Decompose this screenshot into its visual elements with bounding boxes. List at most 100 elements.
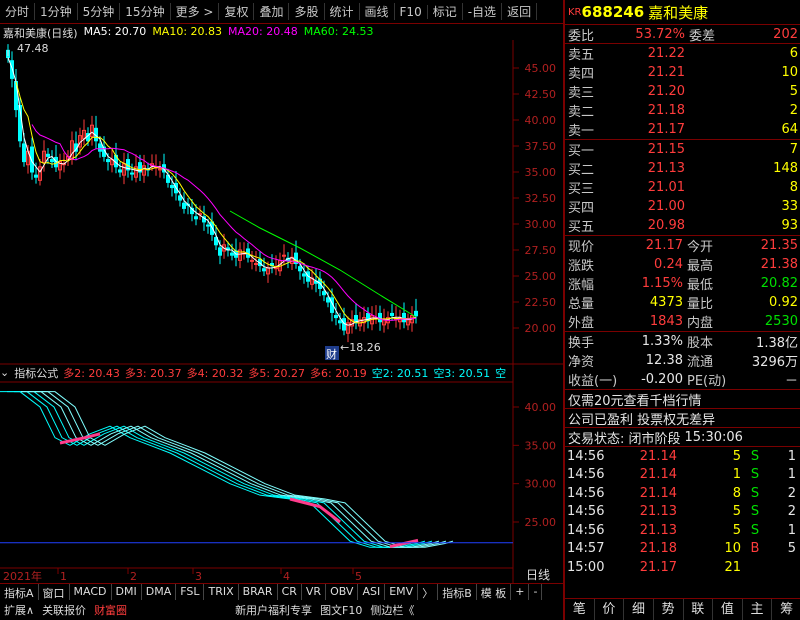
ask-label: 卖二 [568, 105, 595, 120]
tick-volume: 5 [732, 522, 741, 538]
ask-label: 卖四 [568, 67, 595, 82]
quote-tab-2[interactable]: 细 [624, 599, 654, 620]
indicator-tab-5[interactable]: FSL [176, 584, 205, 600]
indicator-tab-13[interactable]: 〉 [418, 584, 439, 600]
toolbar-item-5[interactable]: 复权 [219, 3, 255, 20]
toolbar-item-10[interactable]: F10 [395, 4, 428, 19]
ask-volume: 6 [789, 46, 798, 61]
indicator-toggle-icon[interactable]: ⌄ [0, 366, 9, 379]
indicator-tab-11[interactable]: ASI [358, 584, 386, 600]
indicator-tab-0[interactable]: 指标A [0, 584, 39, 600]
toolbar-item-11[interactable]: 标记 [428, 3, 463, 20]
indicator-tab-10[interactable]: OBV [326, 584, 359, 600]
ext-tab-1[interactable]: 关联报价 [38, 602, 90, 618]
bid-price: 21.00 [647, 199, 685, 214]
indicator-tab-15[interactable]: 模 板 [477, 584, 512, 600]
stat-value: 20.82 [760, 276, 798, 291]
stat2-label: 流通 [687, 355, 714, 370]
stat2-label: PE(动) [687, 374, 727, 389]
quote-tab-4[interactable]: 联 [684, 599, 714, 620]
stat-row-4: 外盘 1843 内盘 2530 [565, 312, 800, 331]
indicator-name[interactable]: 指标公式 [14, 365, 58, 381]
bid-book: 买一 21.15 7 买二 21.13 148 买三 21.01 8 买四 21.00 33 买五 20.… [565, 139, 800, 235]
indicator-tab-4[interactable]: DMA [142, 584, 177, 600]
quote-stats: 现价 21.17 今开 21.35 涨跌 0.24 最高 21.38 涨幅 1.15% 最低 20.8… [565, 235, 800, 331]
indicator-tab-14[interactable]: 指标B [438, 584, 477, 600]
toolbar-item-2[interactable]: 5分钟 [78, 3, 121, 20]
indicator-tab-1[interactable]: 窗口 [39, 584, 70, 600]
tick-side: S [750, 504, 760, 520]
x-axis-label: 2 [130, 570, 137, 583]
quote-tab-1[interactable]: 价 [595, 599, 625, 620]
cai-badge[interactable]: 财 [326, 347, 337, 361]
stat-label: 今开 [687, 240, 714, 255]
toolbar-item-9[interactable]: 画线 [360, 3, 395, 20]
toolbar-item-7[interactable]: 多股 [289, 3, 325, 20]
bid-price: 21.13 [647, 161, 685, 176]
toolbar-item-12[interactable]: -自选 [463, 3, 503, 20]
candle-body [34, 174, 38, 178]
ext-tab-0[interactable]: 扩展∧ [0, 602, 38, 618]
y-tick-label: 37.50 [525, 140, 557, 153]
tick-price: 21.14 [639, 448, 677, 464]
indicator-tab-3[interactable]: DMI [112, 584, 142, 600]
indicator-tab-16[interactable]: + [511, 584, 530, 600]
toolbar-item-13[interactable]: 返回 [502, 3, 538, 20]
candle-body [322, 291, 326, 296]
tick-volume: 1 [732, 467, 741, 483]
indicator-value-duo5: 多5: 20.27 [248, 366, 306, 380]
toolbar-item-8[interactable]: 统计 [325, 3, 360, 20]
stat2-value: － [784, 374, 798, 389]
ask-volume: 2 [789, 103, 798, 118]
quote-tab-3[interactable]: 势 [654, 599, 684, 620]
stat2-value: -0.200 [641, 372, 683, 387]
day-period-label[interactable]: 日线 [526, 568, 550, 582]
indicator-tab-7[interactable]: BRAR [239, 584, 278, 600]
ask-row-1: 卖四 21.21 10 [565, 63, 800, 82]
promo-text-1[interactable]: 仅需20元查看千档行情 [565, 390, 702, 409]
stat2-label: 换手 [568, 336, 595, 351]
indicator-band-line [35, 391, 454, 548]
indicator-tab-8[interactable]: CR [278, 584, 302, 600]
promo-row-2[interactable]: 公司已盈利 投票权无差异 [565, 408, 800, 428]
stat2-label: 净资 [568, 355, 595, 370]
ma10-label: MA10: 20.83 [152, 25, 223, 38]
tick-time: 14:56 [567, 485, 605, 501]
quote-tab-7[interactable]: 筹 [772, 599, 800, 620]
toolbar-item-1[interactable]: 1分钟 [35, 3, 78, 20]
tick-time: 14:56 [567, 522, 605, 538]
kline-chart[interactable]: 45.00 42.50 40.00 37.50 35.00 32.50 30.00 27.50… [0, 40, 563, 583]
promo-row-1[interactable]: 仅需20元查看千档行情 [565, 389, 800, 409]
toolbar-item-4[interactable]: 更多 > [171, 3, 220, 20]
ma10-line [15, 81, 417, 324]
stat-label: 外盘 [568, 316, 595, 331]
toolbar-item-0[interactable]: 分时 [0, 3, 36, 20]
indicator-tab-2[interactable]: MACD [70, 584, 112, 600]
ext-tab-4[interactable]: 图文F10 [316, 602, 366, 618]
tick-side: B [750, 541, 760, 557]
tick-time: 15:00 [567, 559, 605, 575]
quote-tab-5[interactable]: 值 [713, 599, 743, 620]
promo-text-2[interactable]: 公司已盈利 投票权无差异 [565, 409, 715, 428]
quote-tab-0[interactable]: 笔 [565, 599, 595, 620]
toolbar-item-3[interactable]: 15分钟 [120, 3, 171, 20]
indicator-tab-9[interactable]: VR [302, 584, 327, 600]
indicator-tab-6[interactable]: TRIX [204, 584, 239, 600]
bid-label: 买四 [568, 201, 595, 216]
candle-body [106, 159, 110, 163]
tick-side: S [750, 467, 760, 483]
ext-tab-2[interactable]: 财富圈 [90, 602, 131, 618]
tick-price: 21.13 [639, 504, 677, 520]
quote-tab-6[interactable]: 主 [743, 599, 773, 620]
indicator-tab-17[interactable]: - [529, 584, 543, 600]
quote-stats-2: 换手 1.33% 股本 1.38亿 净资 12.38 流通 3296万 收益(一) -0.200 P… [565, 331, 800, 389]
stat-label: 总量 [568, 297, 595, 312]
toolbar-item-6[interactable]: 叠加 [254, 3, 290, 20]
candle-body [262, 268, 266, 272]
ext-tab-3[interactable]: 新用户福利专享 [231, 602, 316, 618]
ext-tab-5[interactable]: 侧边栏《 [366, 602, 418, 618]
candle-body [206, 224, 210, 227]
indicator-tab-12[interactable]: EMV [385, 584, 419, 600]
candle-body [302, 273, 306, 277]
ask-price: 21.17 [647, 122, 685, 137]
